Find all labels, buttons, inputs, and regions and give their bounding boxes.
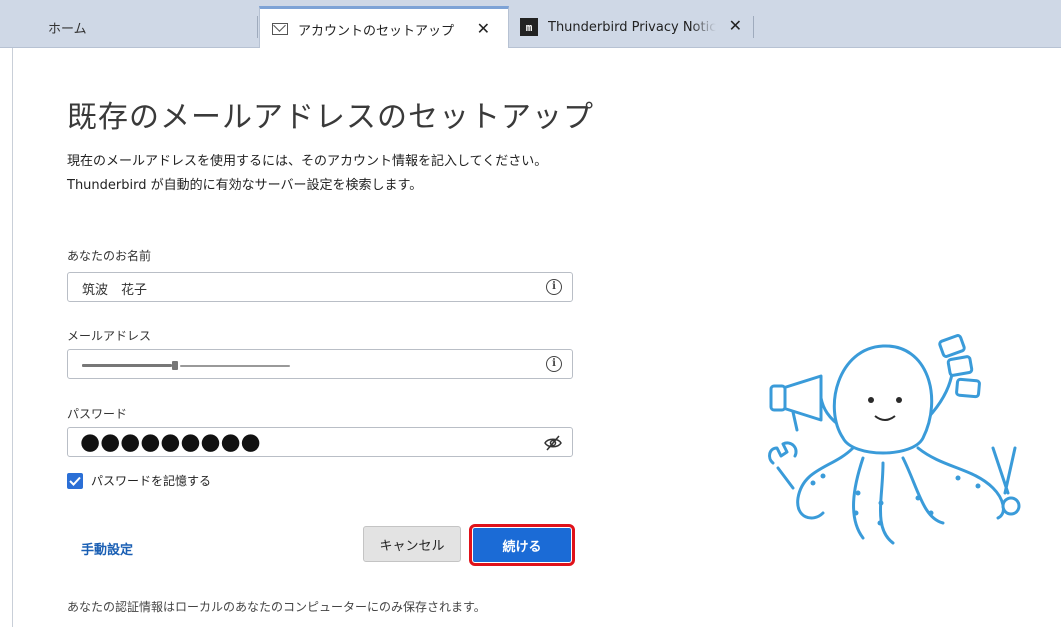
octopus-mascot-illustration	[768, 334, 1021, 545]
eye-off-icon[interactable]	[544, 435, 562, 451]
account-setup-page: 既存のメールアドレスのセットアップ 現在のメールアドレスを使用するには、そのアカ…	[12, 48, 1061, 627]
name-label: あなたのお名前	[67, 249, 152, 263]
manual-config-link[interactable]: 手動設定	[81, 539, 133, 558]
intro-text-line-2: Thunderbird が自動的に有効なサーバー設定を検索します。	[67, 178, 423, 193]
tab-privacy-notice-label: Thunderbird Privacy Notice	[548, 19, 716, 35]
tab-account-setup[interactable]: アカウントのセットアップ ✕	[259, 6, 509, 49]
m-logo-icon: m	[520, 18, 538, 36]
name-value: 筑波 花子	[82, 283, 148, 298]
close-icon[interactable]: ✕	[729, 18, 742, 34]
redacted-email-value	[180, 365, 290, 367]
tab-home-label: ホーム	[48, 21, 87, 37]
close-icon[interactable]: ✕	[477, 21, 490, 37]
email-field[interactable]: i	[67, 349, 573, 379]
redacted-email-value	[82, 364, 172, 367]
email-label: メールアドレス	[67, 329, 152, 343]
password-masked-value: ●●●●●●●●●	[80, 429, 261, 455]
tab-privacy-notice[interactable]: m Thunderbird Privacy Notice ✕	[510, 6, 754, 48]
info-icon[interactable]: i	[546, 279, 562, 295]
checkbox-checked-icon[interactable]	[67, 472, 83, 489]
password-label: パスワード	[67, 407, 128, 421]
mail-icon	[272, 23, 288, 35]
page-title: 既存のメールアドレスのセットアップ	[67, 100, 594, 135]
footer-note: あなたの認証情報はローカルのあなたのコンピューターにのみ保存されます。	[67, 600, 486, 614]
password-field[interactable]: ●●●●●●●●●	[67, 427, 573, 457]
intro-text-line-1: 現在のメールアドレスを使用するには、そのアカウント情報を記入してください。	[67, 154, 548, 169]
continue-button[interactable]: 続ける	[469, 524, 575, 566]
redacted-email-value	[172, 361, 178, 370]
name-field[interactable]: 筑波 花子 i	[67, 272, 573, 302]
remember-password-label: パスワードを記憶する	[91, 474, 212, 488]
cancel-button[interactable]: キャンセル	[363, 526, 461, 562]
info-icon[interactable]: i	[546, 356, 562, 372]
tab-home[interactable]: ホーム	[10, 6, 258, 48]
tab-account-setup-label: アカウントのセットアップ	[298, 23, 455, 39]
remember-password-checkbox[interactable]: パスワードを記憶する	[67, 472, 211, 489]
tab-bar: ホーム アカウントのセットアップ ✕ m Thunderbird Privacy…	[0, 0, 1061, 49]
